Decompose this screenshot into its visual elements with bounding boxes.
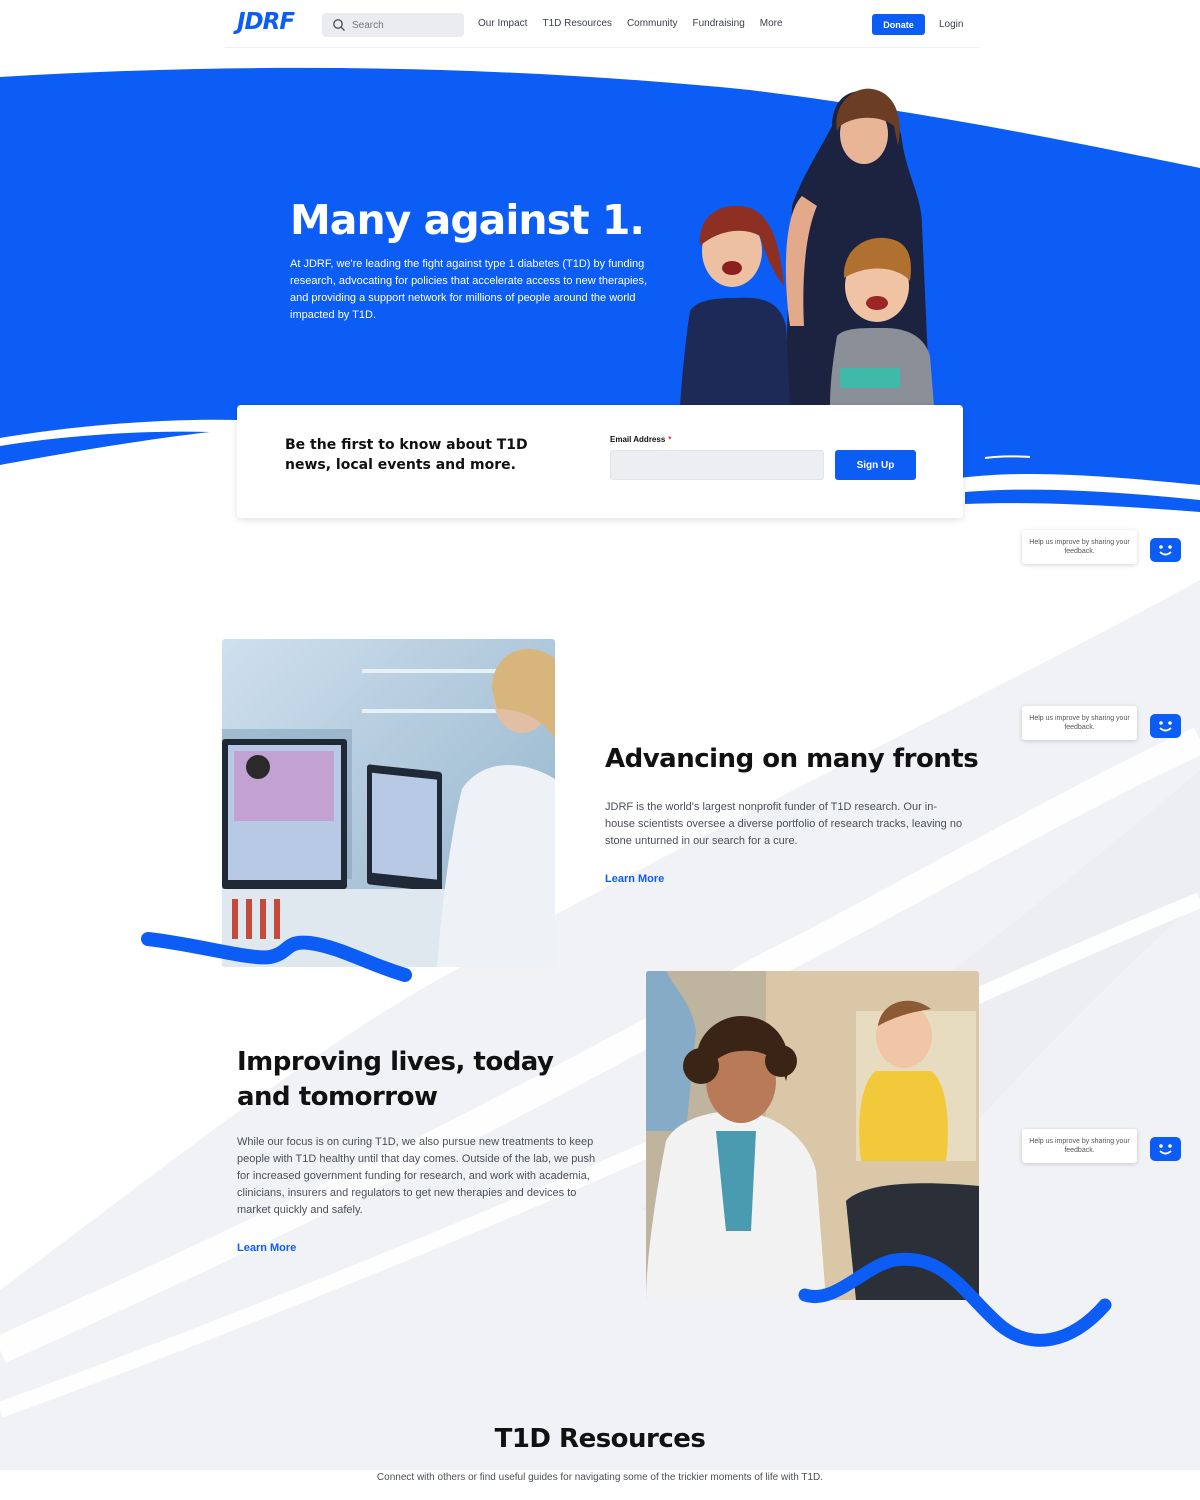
feature-title-research: Advancing on many fronts xyxy=(605,744,979,774)
feedback-widget[interactable]: Help us improve by sharing your feedback… xyxy=(1022,530,1182,564)
sign-up-button[interactable]: Sign Up xyxy=(835,450,916,480)
top-nav: JDRF Our Impact T1D Resources Community … xyxy=(225,0,980,48)
feedback-bubble[interactable]: Help us improve by sharing your feedback… xyxy=(1022,1129,1137,1163)
signup-heading: Be the first to know about T1D news, loc… xyxy=(285,437,528,473)
feedback-bubble[interactable]: Help us improve by sharing your feedback… xyxy=(1022,706,1137,740)
hero-family-photo xyxy=(680,88,934,406)
feedback-smiley-icon[interactable] xyxy=(1150,538,1181,562)
feedback-bubble[interactable]: Help us improve by sharing your feedback… xyxy=(1022,530,1137,564)
learn-more-research-link[interactable]: Learn More xyxy=(605,873,664,885)
login-link[interactable]: Login xyxy=(939,19,963,30)
search-input[interactable] xyxy=(352,13,460,37)
nav-link-our-impact[interactable]: Our Impact xyxy=(478,18,527,29)
hero-title: Many against 1. xyxy=(290,196,645,244)
feedback-smiley-icon[interactable] xyxy=(1150,1137,1181,1161)
email-label: Email Address * xyxy=(610,435,671,444)
newsletter-signup-card: Be the first to know about T1D news, loc… xyxy=(237,405,963,518)
nav-links: Our Impact T1D Resources Community Fundr… xyxy=(478,18,783,29)
blue-brush-wave xyxy=(798,1252,1112,1347)
blue-brush-squiggle xyxy=(141,932,412,982)
nav-link-fundraising[interactable]: Fundraising xyxy=(693,18,745,29)
learn-more-lives-link[interactable]: Learn More xyxy=(237,1242,296,1254)
feedback-widget[interactable]: Help us improve by sharing your feedback… xyxy=(1022,706,1182,740)
required-asterisk: * xyxy=(668,435,672,444)
feature-text-research: JDRF is the world's largest nonprofit fu… xyxy=(605,801,963,847)
search-icon xyxy=(333,19,345,31)
email-label-text: Email Address xyxy=(610,435,666,444)
hero-description: At JDRF, we're leading the fight against… xyxy=(290,258,648,321)
feature-title-lives: Improving lives, today and tomorrow xyxy=(237,1047,554,1112)
jdrf-logo[interactable]: JDRF xyxy=(237,9,295,35)
lab-scientist-photo xyxy=(222,639,555,967)
nav-link-more[interactable]: More xyxy=(760,18,783,29)
email-field[interactable] xyxy=(610,450,824,480)
donate-button[interactable]: Donate xyxy=(872,14,925,35)
search-box[interactable] xyxy=(322,13,464,37)
resources-description: Connect with others or find useful guide… xyxy=(376,1472,824,1483)
resources-title: T1D Resources xyxy=(494,1424,706,1454)
nav-link-community[interactable]: Community xyxy=(627,18,678,29)
feature-text-lives: While our focus is on curing T1D, we als… xyxy=(237,1136,596,1216)
feedback-widget[interactable]: Help us improve by sharing your feedback… xyxy=(1022,1129,1182,1163)
feedback-smiley-icon[interactable] xyxy=(1150,714,1181,738)
nav-link-t1d-resources[interactable]: T1D Resources xyxy=(542,18,611,29)
